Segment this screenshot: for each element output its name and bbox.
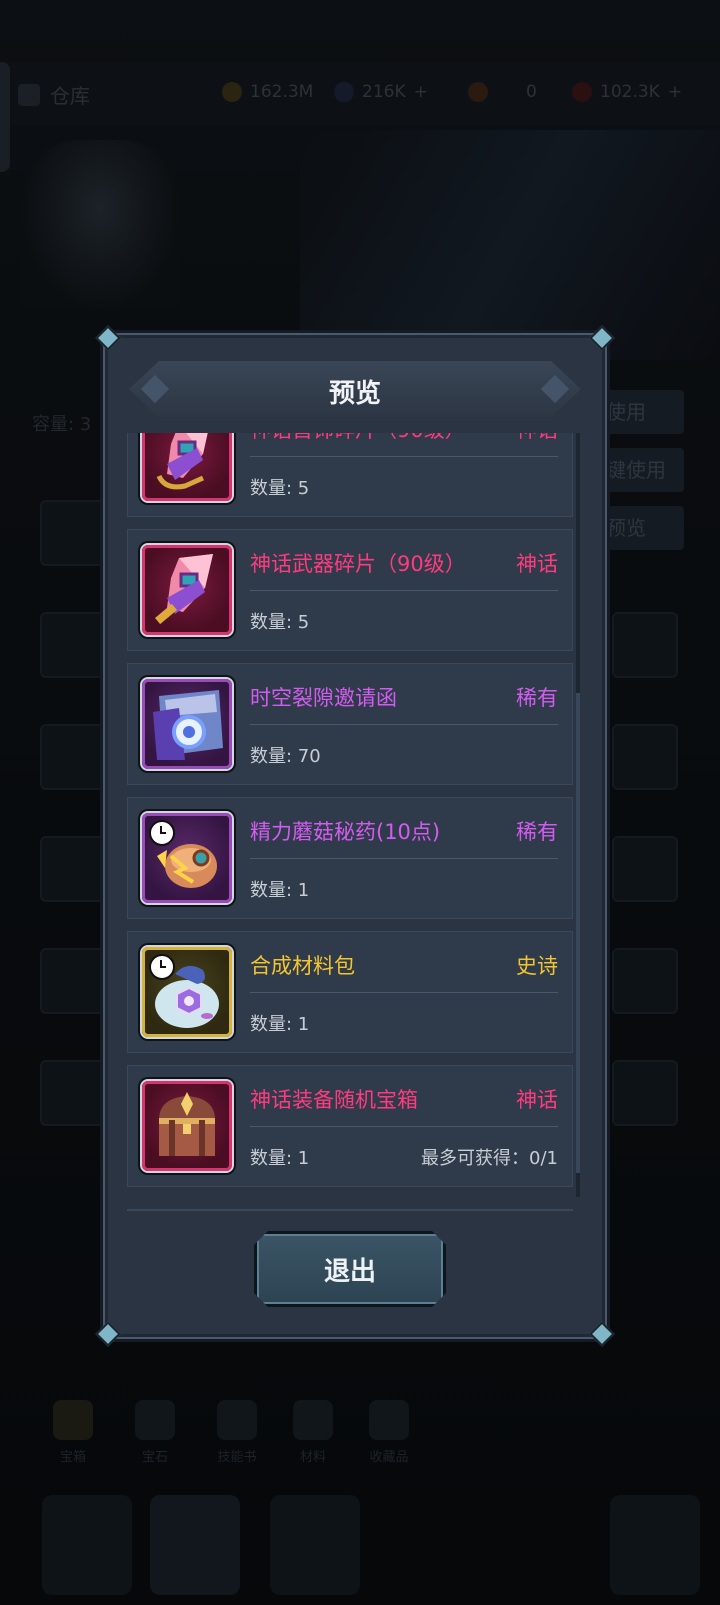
divider <box>250 724 558 725</box>
weapon-shard-icon <box>155 554 213 625</box>
item-quantity: 数量: 1 <box>250 880 310 901</box>
item-name: 神话武器碎片（90级） <box>250 552 466 576</box>
max-obtainable: 最多可获得：0/1 <box>421 1148 558 1169</box>
tab-gem: 宝石 <box>122 1400 188 1478</box>
tab-collection: 收藏品 <box>356 1400 422 1478</box>
rift-invitation-icon <box>153 690 223 760</box>
list-item: 神话装备随机宝箱 神话 数量: 1 最多可获得：0/1 <box>127 1065 573 1187</box>
item-name: 神话首饰碎片（90级） <box>250 433 466 444</box>
item-quantity: 数量: 5 <box>250 478 310 499</box>
scene-art <box>300 130 720 360</box>
jewelry-shard-icon <box>156 433 208 490</box>
item-quantity: 数量: 1 <box>250 1148 310 1169</box>
inventory-slot <box>612 724 678 790</box>
item-icon-frame <box>142 947 232 1037</box>
item-quantity: 数量: 70 <box>250 746 321 767</box>
inventory-slot <box>40 500 106 566</box>
scrollbar-thumb[interactable] <box>576 693 580 1173</box>
item-rarity: 史诗 <box>516 954 558 978</box>
add-icon: + <box>413 82 428 102</box>
list-item: 精力蘑菇秘药(10点) 稀有 数量: 1 <box>127 797 573 919</box>
preview-dialog: 预览 神话首饰碎片（90级） 神话 数量: 5 <box>95 325 615 1347</box>
item-icon-frame <box>142 813 232 903</box>
gem-resource: 216K + <box>334 82 428 102</box>
warehouse-title: 仓库 <box>18 80 90 109</box>
ticket-icon <box>468 82 488 102</box>
scrollbar[interactable] <box>576 433 580 1197</box>
exit-button[interactable]: 退出 <box>254 1231 446 1307</box>
item-rarity: 神话 <box>516 433 558 444</box>
item-name: 精力蘑菇秘药(10点) <box>250 820 441 844</box>
warehouse-icon <box>18 83 40 106</box>
gold-resource: 162.3M <box>222 82 313 102</box>
item-icon-frame <box>142 679 232 769</box>
list-item: 合成材料包 史诗 数量: 1 <box>127 931 573 1053</box>
inventory-slot <box>40 948 106 1014</box>
tab-chest: 宝箱 <box>40 1400 106 1478</box>
inventory-slot <box>612 612 678 678</box>
item-rarity: 稀有 <box>516 820 558 844</box>
energy-icon <box>572 82 592 102</box>
back-tab <box>0 62 10 172</box>
list-item: 时空裂隙邀请函 稀有 数量: 70 <box>127 663 573 785</box>
item-icon-frame <box>142 545 232 635</box>
inventory-slot <box>40 1060 106 1126</box>
inventory-slot <box>40 836 106 902</box>
nav-weapon <box>270 1495 360 1595</box>
divider <box>250 456 558 457</box>
item-rarity: 神话 <box>516 552 558 576</box>
nav-equipment <box>42 1495 132 1595</box>
item-rarity: 稀有 <box>516 686 558 710</box>
divider <box>250 992 558 993</box>
item-name: 合成材料包 <box>250 954 355 978</box>
use-all-button: 键使用 <box>598 448 684 492</box>
inventory-slot <box>40 612 106 678</box>
item-icon-frame <box>142 433 232 501</box>
divider <box>250 1126 558 1127</box>
ticket-resource: 0 <box>468 82 537 102</box>
gem-icon <box>334 82 354 102</box>
footer-divider <box>127 1209 573 1211</box>
gold-coin-icon <box>222 82 242 102</box>
dialog-title: 预览 <box>328 379 381 409</box>
capacity-label: 容量: 3 <box>32 414 92 435</box>
treasure-chest-icon <box>159 1092 215 1156</box>
tab-skillbook: 技能书 <box>204 1400 270 1478</box>
list-item: 神话首饰碎片（90级） 神话 数量: 5 <box>127 433 573 517</box>
tab-material: 材料 <box>280 1400 346 1478</box>
item-quantity: 数量: 1 <box>250 1014 310 1035</box>
nav-warehouse <box>150 1495 240 1595</box>
add-icon: + <box>667 82 683 102</box>
inventory-slot <box>612 836 678 902</box>
use-button: 使用 <box>598 390 684 434</box>
item-name: 神话装备随机宝箱 <box>250 1088 418 1112</box>
item-name: 时空裂隙邀请函 <box>250 686 397 710</box>
character-portrait <box>20 140 180 310</box>
nav-next <box>610 1495 700 1595</box>
energy-resource: 102.3K + <box>572 82 682 102</box>
inventory-slot <box>40 724 106 790</box>
list-item: 神话武器碎片（90级） 神话 数量: 5 <box>127 529 573 651</box>
divider <box>250 590 558 591</box>
timer-icon <box>149 954 175 980</box>
item-icon-frame <box>142 1081 232 1171</box>
inventory-slot <box>612 1060 678 1126</box>
item-quantity: 数量: 5 <box>250 612 310 633</box>
divider <box>250 858 558 859</box>
timer-icon <box>149 820 175 846</box>
item-rarity: 神话 <box>516 1088 558 1112</box>
preview-button: 预览 <box>598 506 684 550</box>
item-list[interactable]: 神话首饰碎片（90级） 神话 数量: 5 神话武器碎片（90级） <box>127 433 581 1197</box>
inventory-slot <box>612 948 678 1014</box>
